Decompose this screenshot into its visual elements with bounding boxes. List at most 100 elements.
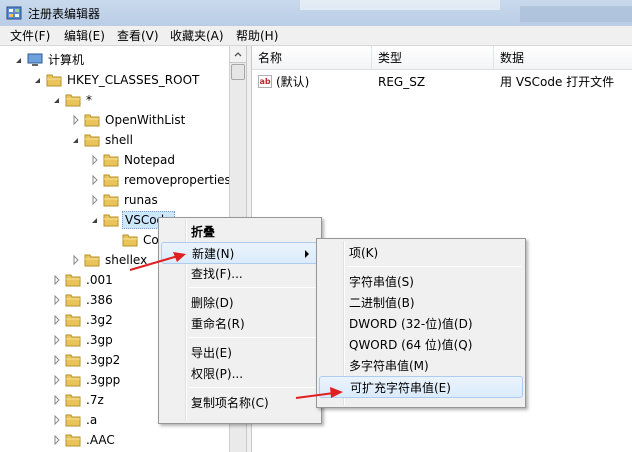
tree-item[interactable]: .3g2 bbox=[52, 310, 115, 330]
collapsed-arrow-icon[interactable] bbox=[52, 410, 62, 430]
menu-item[interactable]: 重命名(R) bbox=[161, 313, 319, 335]
folder-icon bbox=[65, 353, 81, 367]
tree-item-label: OpenWithList bbox=[105, 113, 186, 127]
tree-item[interactable]: .AAC bbox=[52, 430, 117, 450]
menu-item[interactable]: 二进制值(B) bbox=[319, 292, 523, 314]
menu-item[interactable]: DWORD (32-位)值(D) bbox=[319, 313, 523, 335]
chevron-up-icon bbox=[234, 52, 242, 57]
collapsed-arrow-icon[interactable] bbox=[90, 150, 100, 170]
collapsed-arrow-icon[interactable] bbox=[52, 390, 62, 410]
tree-item-label: * bbox=[86, 93, 92, 107]
collapsed-arrow-icon[interactable] bbox=[71, 250, 81, 270]
menu-item[interactable]: 权限(P)... bbox=[161, 363, 319, 385]
folder-icon bbox=[122, 233, 138, 247]
tree-item[interactable]: .386 bbox=[52, 290, 115, 310]
column-data[interactable]: 数据 bbox=[494, 46, 632, 70]
expanded-arrow-icon[interactable] bbox=[52, 90, 62, 110]
collapsed-arrow-icon[interactable] bbox=[52, 310, 62, 330]
menu-item[interactable]: 折叠 bbox=[161, 221, 319, 243]
menu-item[interactable]: 删除(D) bbox=[161, 292, 319, 314]
tree-item[interactable]: shellex bbox=[71, 250, 149, 270]
tree-item-label: 计算机 bbox=[48, 53, 85, 67]
folder-icon bbox=[103, 173, 119, 187]
regedit-app-icon bbox=[6, 6, 22, 20]
collapsed-arrow-icon[interactable] bbox=[52, 370, 62, 390]
menu-item-label: 项(K) bbox=[349, 246, 379, 260]
column-type[interactable]: 类型 bbox=[372, 46, 494, 70]
menu-favorites[interactable]: 收藏夹(A) bbox=[166, 28, 228, 44]
menu-item[interactable]: 字符串值(S) bbox=[319, 271, 523, 293]
tree-item-label: .a bbox=[86, 413, 98, 427]
tree-item[interactable]: Co bbox=[109, 230, 161, 250]
menu-separator bbox=[347, 266, 521, 267]
tree-item[interactable]: .3gpp bbox=[52, 370, 122, 390]
tree-item[interactable]: shell bbox=[71, 130, 135, 150]
tree-item[interactable]: runas bbox=[90, 190, 160, 210]
tree-item-label: .3gp2 bbox=[86, 353, 121, 367]
collapsed-arrow-icon[interactable] bbox=[90, 170, 100, 190]
menu-item-label: 查找(F)... bbox=[191, 267, 243, 281]
list-header: 名称 类型 数据 bbox=[252, 46, 632, 70]
collapsed-arrow-icon[interactable] bbox=[52, 430, 62, 450]
menu-item[interactable]: 新建(N) bbox=[161, 242, 319, 264]
menu-item-label: DWORD (32-位)值(D) bbox=[349, 317, 473, 331]
collapsed-arrow-icon[interactable] bbox=[52, 330, 62, 350]
menu-separator bbox=[189, 337, 317, 338]
menu-item-label: 可扩充字符串值(E) bbox=[350, 381, 451, 395]
column-name[interactable]: 名称 bbox=[252, 46, 372, 70]
menu-item-label: 权限(P)... bbox=[191, 367, 244, 381]
tree-item-label: .3gp bbox=[86, 333, 113, 347]
menu-item[interactable]: 复制项名称(C) bbox=[161, 392, 319, 414]
menu-item[interactable]: 可扩充字符串值(E) bbox=[319, 376, 523, 398]
tree-item[interactable]: .a bbox=[52, 410, 99, 430]
string-value-icon: ab bbox=[258, 75, 272, 88]
value-row[interactable]: ab (默认) REG_SZ 用 VSCode 打开文件 bbox=[252, 72, 632, 92]
tree-item-label: shell bbox=[105, 133, 133, 147]
menu-item[interactable]: 查找(F)... bbox=[161, 263, 319, 285]
expanded-arrow-icon[interactable] bbox=[33, 70, 43, 90]
menu-item[interactable]: QWORD (64 位)值(Q) bbox=[319, 334, 523, 356]
expanded-arrow-icon[interactable] bbox=[90, 210, 100, 230]
menu-item[interactable]: 多字符串值(M) bbox=[319, 355, 523, 377]
collapsed-arrow-icon[interactable] bbox=[52, 290, 62, 310]
menu-item[interactable]: 项(K) bbox=[319, 242, 523, 264]
menu-item-label: 多字符串值(M) bbox=[349, 359, 429, 373]
context-menu: 折叠新建(N) 查找(F)... 删除(D) 重命名(R) 导出(E) 权限(P)... 复… bbox=[158, 217, 322, 424]
folder-icon bbox=[65, 433, 81, 447]
menu-item-label: 折叠 bbox=[191, 225, 216, 239]
value-name: (默认) bbox=[276, 75, 310, 89]
tree-item[interactable]: HKEY_CLASSES_ROOT bbox=[33, 70, 201, 90]
scroll-up-button[interactable] bbox=[230, 46, 246, 63]
tree-item-label: Notepad bbox=[124, 153, 175, 167]
menu-view[interactable]: 查看(V) bbox=[113, 28, 163, 44]
menu-edit[interactable]: 编辑(E) bbox=[60, 28, 109, 44]
tree-item[interactable]: .7z bbox=[52, 390, 106, 410]
collapsed-arrow-icon[interactable] bbox=[52, 270, 62, 290]
tree-item[interactable]: OpenWithList bbox=[71, 110, 187, 130]
folder-icon bbox=[65, 313, 81, 327]
tree-item[interactable]: 计算机 bbox=[14, 50, 86, 70]
tree-item[interactable]: removeproperties bbox=[90, 170, 229, 190]
tree-item[interactable]: Notepad bbox=[90, 150, 177, 170]
folder-icon bbox=[46, 73, 62, 87]
value-data: 用 VSCode 打开文件 bbox=[500, 75, 615, 89]
tree-item[interactable]: .3gp bbox=[52, 330, 115, 350]
menu-help[interactable]: 帮助(H) bbox=[232, 28, 282, 44]
menu-item-label: 复制项名称(C) bbox=[191, 396, 269, 410]
menu-item[interactable]: 导出(E) bbox=[161, 342, 319, 364]
menu-bar: 文件(F) 编辑(E) 查看(V) 收藏夹(A) 帮助(H) bbox=[0, 26, 632, 46]
new-submenu: 项(K) 字符串值(S) 二进制值(B) DWORD (32-位)值(D) QWORD … bbox=[316, 238, 526, 408]
folder-icon bbox=[65, 413, 81, 427]
collapsed-arrow-icon[interactable] bbox=[90, 190, 100, 210]
scroll-thumb[interactable] bbox=[231, 64, 245, 80]
menu-item-label: 二进制值(B) bbox=[349, 296, 415, 310]
expanded-arrow-icon[interactable] bbox=[14, 50, 24, 70]
collapsed-arrow-icon[interactable] bbox=[52, 350, 62, 370]
menu-file[interactable]: 文件(F) bbox=[6, 28, 54, 44]
menu-item-label: QWORD (64 位)值(Q) bbox=[349, 338, 473, 352]
expanded-arrow-icon[interactable] bbox=[71, 130, 81, 150]
tree-item[interactable]: .3gp2 bbox=[52, 350, 122, 370]
collapsed-arrow-icon[interactable] bbox=[71, 110, 81, 130]
tree-item[interactable]: * bbox=[52, 90, 94, 110]
tree-item[interactable]: .001 bbox=[52, 270, 115, 290]
